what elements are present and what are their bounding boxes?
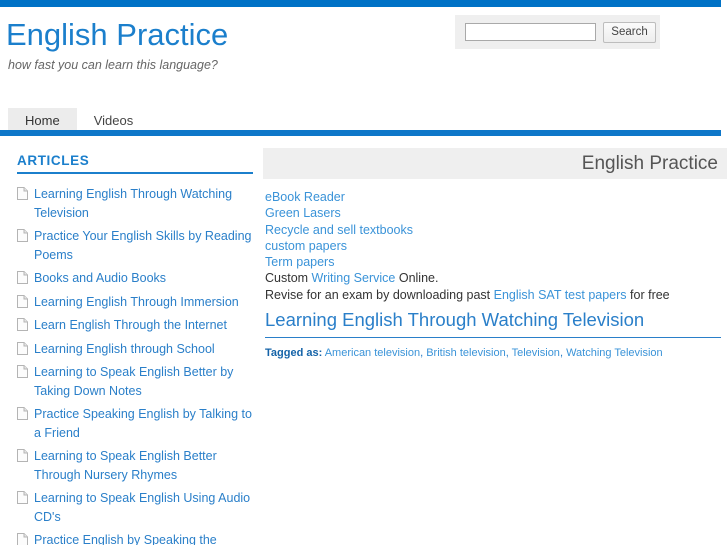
nav-underline-bar	[0, 130, 721, 136]
document-icon	[17, 341, 28, 355]
list-item[interactable]: Learning English Through Watching Televi…	[0, 183, 258, 225]
list-item[interactable]: Learning English through School	[0, 338, 258, 362]
tag-link[interactable]: American television	[325, 347, 420, 359]
sidebar-item-label: Learning to Speak English Better by Taki…	[34, 365, 234, 398]
post-tags: Tagged as: American television, British …	[265, 346, 725, 361]
tag-link[interactable]: British television	[426, 347, 505, 359]
sidebar-item-label: Practice English by Speaking the Languag…	[34, 533, 217, 545]
search-button[interactable]: Search	[603, 22, 656, 43]
sidebar-item-label: Practice Your English Skills by Reading …	[34, 229, 252, 262]
document-icon	[17, 533, 28, 545]
revise-prefix-text: Revise for an exam by downloading past	[265, 287, 494, 302]
document-icon	[17, 365, 28, 378]
list-item[interactable]: Practice Speaking English by Talking to …	[0, 403, 258, 445]
tag-link[interactable]: Television	[512, 347, 560, 359]
link-row: Term papers	[265, 254, 725, 270]
tag-link[interactable]: Watching Television	[566, 347, 663, 359]
link-green-lasers[interactable]: Green Lasers	[265, 206, 341, 220]
link-row: Recycle and sell textbooks	[265, 222, 725, 238]
top-accent-bar	[0, 0, 721, 7]
link-row: custom papers	[265, 238, 725, 254]
list-item[interactable]: Learning to Speak English Better by Taki…	[0, 361, 258, 403]
content-header-bar: English Practice	[263, 148, 727, 179]
custom-prefix-text: Custom	[265, 271, 312, 286]
post-title: Learning English Through Watching Televi…	[265, 309, 645, 330]
sidebar-heading: ARTICLES	[17, 153, 90, 168]
site-tagline: how fast you can learn this language?	[8, 58, 218, 72]
post-section: Learning English Through Watching Televi…	[265, 308, 725, 361]
list-item[interactable]: Learning English Through Immersion	[0, 291, 258, 315]
list-item[interactable]: Learning to Speak English Using Audio CD…	[0, 487, 258, 529]
link-row: Custom Writing Service Online.	[265, 270, 725, 286]
site-title: English Practice	[6, 17, 229, 52]
list-item[interactable]: Learn English Through the Internet	[0, 314, 258, 338]
list-item[interactable]: Books and Audio Books	[0, 267, 258, 291]
search-panel: Search	[455, 15, 660, 49]
document-icon	[17, 318, 28, 331]
tags-label: Tagged as:	[265, 347, 323, 359]
list-item[interactable]: Learning to Speak English Better Through…	[0, 445, 258, 487]
list-item[interactable]: Practice Your English Skills by Reading …	[0, 225, 258, 267]
sidebar-item-label: Practice Speaking English by Talking to …	[34, 407, 252, 440]
document-icon	[17, 491, 28, 504]
main-content: English Practice eBook Reader Green Lase…	[263, 148, 727, 545]
revise-suffix-text: for free	[626, 287, 670, 302]
link-row: eBook Reader	[265, 189, 725, 205]
link-recycle-textbooks[interactable]: Recycle and sell textbooks	[265, 223, 413, 237]
custom-suffix-text: Online.	[395, 271, 439, 286]
post-title-rule	[265, 337, 721, 338]
document-icon	[17, 449, 28, 462]
sidebar-item-label: Learning to Speak English Better Through…	[34, 449, 217, 482]
link-term-papers[interactable]: Term papers	[265, 255, 334, 269]
sidebar: ARTICLES Learning English Through Watchi…	[0, 148, 258, 545]
link-writing-service[interactable]: Writing Service	[312, 271, 396, 285]
sidebar-item-label: Learning to Speak English Using Audio CD…	[34, 491, 251, 524]
tag-list: American television, British television,…	[325, 347, 663, 359]
sidebar-item-label: Learning English Through Immersion	[34, 294, 239, 309]
sponsored-link-block: eBook Reader Green Lasers Recycle and se…	[265, 189, 725, 303]
link-row: Revise for an exam by downloading past E…	[265, 287, 725, 303]
sidebar-article-list: Learning English Through Watching Televi…	[0, 183, 258, 545]
sidebar-item-label: Books and Audio Books	[34, 271, 167, 285]
link-english-sat-test-papers[interactable]: English SAT test papers	[494, 288, 627, 302]
document-icon	[17, 294, 28, 308]
document-icon	[17, 271, 28, 284]
link-ebook-reader[interactable]: eBook Reader	[265, 190, 345, 204]
search-input[interactable]	[465, 23, 596, 41]
list-item[interactable]: Practice English by Speaking the Languag…	[0, 529, 258, 545]
document-icon	[17, 187, 28, 200]
document-icon	[17, 229, 28, 242]
document-icon	[17, 407, 28, 420]
link-row: Green Lasers	[265, 205, 725, 221]
sidebar-item-label: Learn English Through the Internet	[34, 318, 227, 332]
site-header: English Practice how fast you can learn …	[0, 7, 727, 100]
link-custom-papers[interactable]: custom papers	[265, 239, 347, 253]
sidebar-heading-rule	[17, 172, 253, 174]
content-header-title: English Practice	[581, 153, 718, 174]
sidebar-item-label: Learning English through School	[34, 341, 215, 356]
sidebar-item-label: Learning English Through Watching Televi…	[34, 187, 233, 220]
